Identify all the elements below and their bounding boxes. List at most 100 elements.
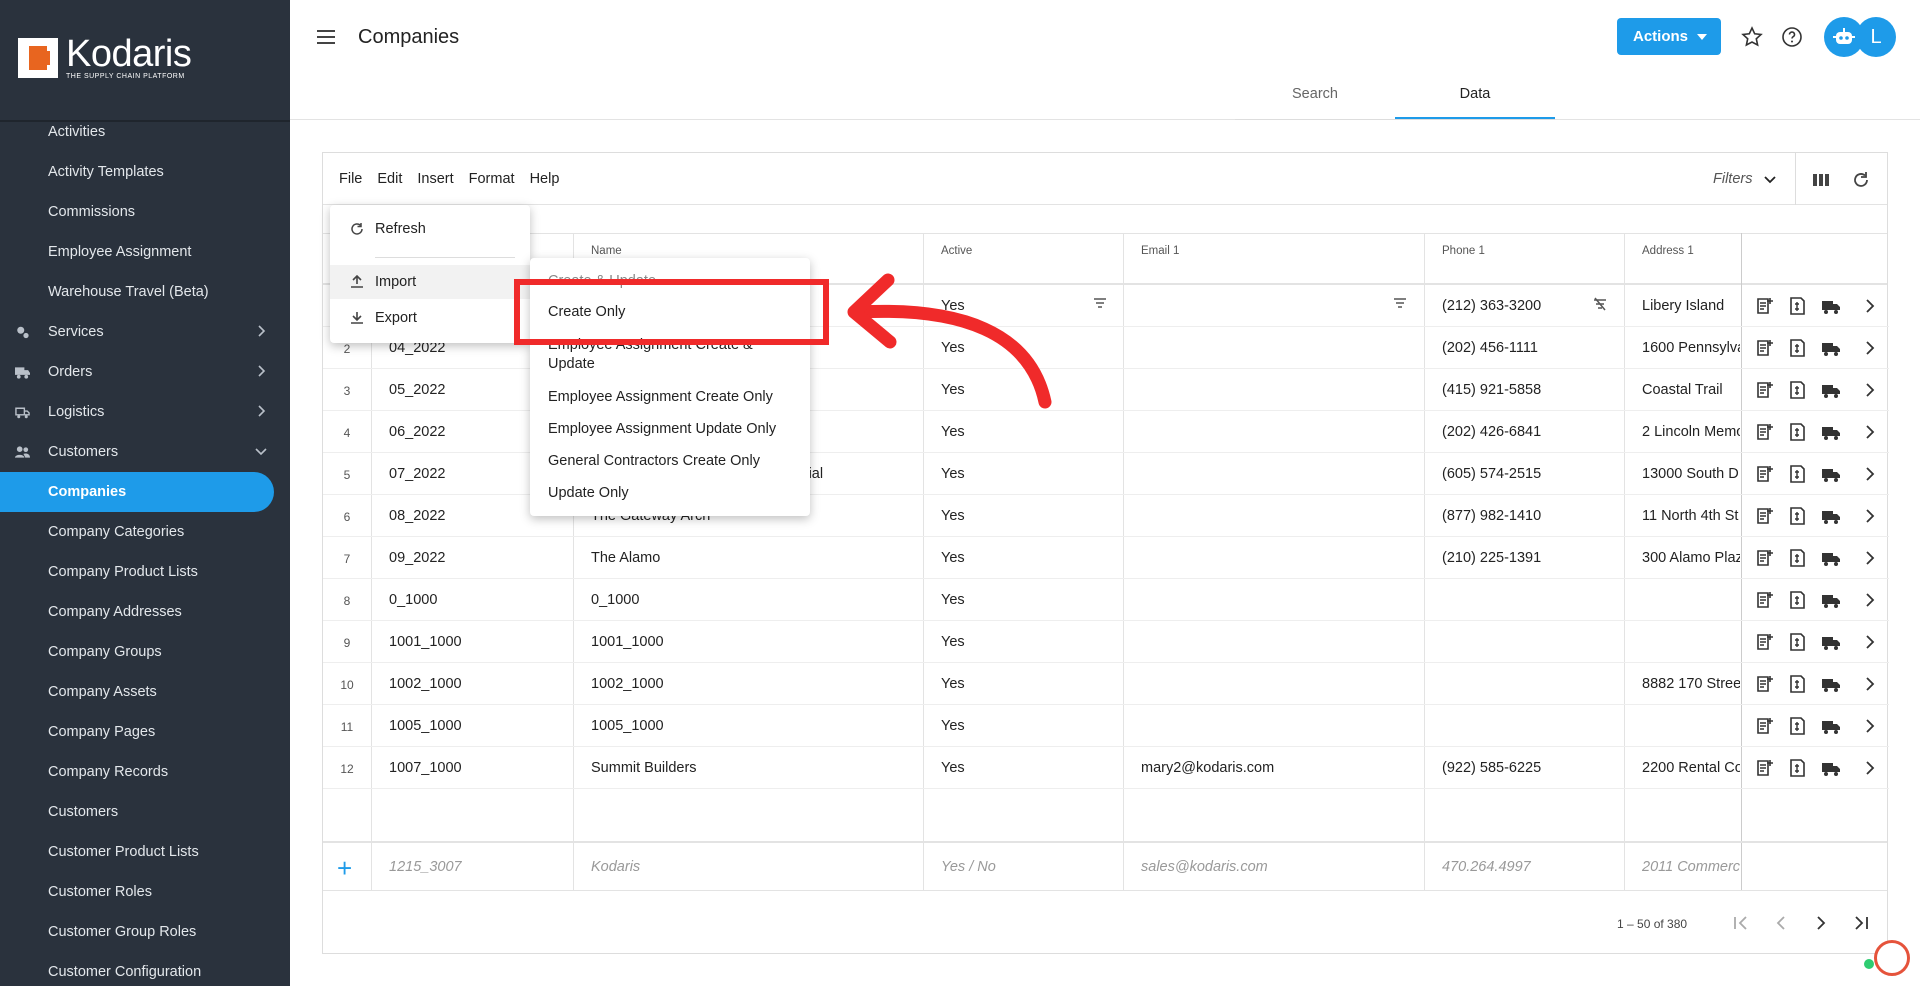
import-option-update-only[interactable]: Update Only <box>548 484 629 503</box>
sidebar-item-activities[interactable]: Activities <box>0 112 290 152</box>
chevron-right-icon[interactable] <box>1859 422 1879 442</box>
file-menu-refresh[interactable]: Refresh <box>330 212 530 246</box>
cell-phone[interactable]: (212) 363-3200 <box>1442 298 1541 314</box>
chevron-right-icon[interactable] <box>1859 380 1879 400</box>
chevron-right-icon[interactable] <box>1859 590 1879 610</box>
delivery-truck-icon[interactable] <box>1821 674 1841 694</box>
table-row[interactable]: 8 0_1000 0_1000 Yes <box>323 579 1741 621</box>
row-number[interactable]: 3 <box>323 384 371 398</box>
row-number[interactable]: 9 <box>323 636 371 650</box>
import-option-general-contractors-create-only[interactable]: General Contractors Create Only <box>548 452 760 471</box>
chevron-down-icon[interactable] <box>1763 174 1777 186</box>
chevron-right-icon[interactable] <box>1859 716 1879 736</box>
sidebar-item-warehouse-travel[interactable]: Warehouse Travel (Beta) <box>0 272 290 312</box>
delivery-truck-icon[interactable] <box>1821 632 1841 652</box>
import-option-employee-assignment-update-only[interactable]: Employee Assignment Update Only <box>548 420 776 439</box>
chevron-right-icon[interactable] <box>1859 674 1879 694</box>
cell-address[interactable]: Libery Island <box>1642 298 1740 314</box>
sidebar-group-orders[interactable]: Orders <box>0 352 290 392</box>
new-row-email-placeholder[interactable]: sales@kodaris.com <box>1141 859 1268 875</box>
cell-code[interactable]: 08_2022 <box>389 508 445 524</box>
menu-format[interactable]: Format <box>469 171 515 187</box>
row-number[interactable]: 5 <box>323 468 371 482</box>
menu-icon[interactable] <box>316 29 336 45</box>
file-menu-export[interactable]: Export <box>330 301 530 335</box>
cell-code[interactable]: 05_2022 <box>389 382 445 398</box>
actions-button[interactable]: Actions <box>1617 18 1721 55</box>
new-row-phone-placeholder[interactable]: 470.264.4997 <box>1442 859 1531 875</box>
cell-active[interactable]: Yes <box>941 676 965 692</box>
cell-phone[interactable]: (605) 574-2515 <box>1442 466 1541 482</box>
sidebar-item-customers[interactable]: Customers <box>0 792 290 832</box>
cell-phone[interactable]: (210) 225-1391 <box>1442 550 1541 566</box>
cell-phone[interactable]: (415) 921-5858 <box>1442 382 1541 398</box>
invoice-icon[interactable] <box>1787 674 1807 694</box>
new-row-name-placeholder[interactable]: Kodaris <box>591 859 640 875</box>
cell-address[interactable]: 8882 170 Stree <box>1642 676 1740 692</box>
note-add-icon[interactable] <box>1755 422 1775 442</box>
cell-address[interactable]: 2200 Rental Co <box>1642 760 1740 776</box>
delivery-truck-icon[interactable] <box>1821 338 1841 358</box>
delivery-truck-icon[interactable] <box>1821 548 1841 568</box>
invoice-icon[interactable] <box>1787 632 1807 652</box>
delivery-truck-icon[interactable] <box>1821 758 1841 778</box>
invoice-icon[interactable] <box>1787 548 1807 568</box>
cell-code[interactable]: 1005_1000 <box>389 718 462 734</box>
columns-icon[interactable] <box>1811 170 1831 190</box>
invoice-icon[interactable] <box>1787 590 1807 610</box>
note-add-icon[interactable] <box>1755 338 1775 358</box>
next-page-icon[interactable] <box>1809 911 1833 935</box>
table-row[interactable]: 7 09_2022 The Alamo Yes (210) 225-1391 300 Al… <box>323 537 1741 579</box>
cell-address[interactable]: 1600 Pennsylva <box>1642 340 1740 356</box>
row-number[interactable]: 11 <box>323 720 371 734</box>
sidebar-item-commissions[interactable]: Commissions <box>0 192 290 232</box>
invoice-icon[interactable] <box>1787 380 1807 400</box>
sidebar-group-logistics[interactable]: Logistics <box>0 392 290 432</box>
sidebar-item-customer-roles[interactable]: Customer Roles <box>0 872 290 912</box>
sidebar-item-company-groups[interactable]: Company Groups <box>0 632 290 672</box>
note-add-icon[interactable] <box>1755 674 1775 694</box>
cell-code[interactable]: 1007_1000 <box>389 760 462 776</box>
cell-name[interactable]: 1002_1000 <box>591 676 921 692</box>
star-icon[interactable] <box>1740 25 1764 49</box>
column-header-name[interactable]: Name <box>591 245 622 257</box>
chat-widget-icon[interactable] <box>1874 940 1910 976</box>
column-header-active[interactable]: Active <box>941 245 972 257</box>
cell-address[interactable]: Coastal Trail <box>1642 382 1740 398</box>
cell-code[interactable]: 0_1000 <box>389 592 437 608</box>
chevron-right-icon[interactable] <box>1859 632 1879 652</box>
delivery-truck-icon[interactable] <box>1821 464 1841 484</box>
first-page-icon[interactable] <box>1729 911 1753 935</box>
table-row[interactable]: 10 1002_1000 1002_1000 Yes 8882 170 Stree <box>323 663 1741 705</box>
sidebar-item-company-addresses[interactable]: Company Addresses <box>0 592 290 632</box>
row-number[interactable]: 8 <box>323 594 371 608</box>
tab-data[interactable]: Data <box>1395 86 1555 102</box>
cell-code[interactable]: 1001_1000 <box>389 634 462 650</box>
cell-active[interactable]: Yes <box>941 550 965 566</box>
table-row[interactable]: 9 1001_1000 1001_1000 Yes <box>323 621 1741 663</box>
note-add-icon[interactable] <box>1755 590 1775 610</box>
sidebar-item-company-assets[interactable]: Company Assets <box>0 672 290 712</box>
menu-file[interactable]: File <box>339 171 362 187</box>
note-add-icon[interactable] <box>1755 548 1775 568</box>
cell-address[interactable]: 300 Alamo Plaz <box>1642 550 1740 566</box>
cell-name[interactable]: 0_1000 <box>591 592 921 608</box>
invoice-icon[interactable] <box>1787 338 1807 358</box>
refresh-icon[interactable] <box>1851 170 1871 190</box>
cell-active[interactable]: Yes <box>941 508 965 524</box>
cell-code[interactable]: 09_2022 <box>389 550 445 566</box>
sidebar-item-customer-group-roles[interactable]: Customer Group Roles <box>0 912 290 952</box>
column-header-address[interactable]: Address 1 <box>1642 245 1694 257</box>
delivery-truck-icon[interactable] <box>1821 380 1841 400</box>
cell-active[interactable]: Yes <box>941 634 965 650</box>
new-row-entry[interactable]: + 1215_3007 Kodaris Yes / No sales@kodar… <box>323 841 1887 891</box>
avatar[interactable]: L <box>1856 17 1896 57</box>
kodaris-logo[interactable]: Kodaris THE SUPPLY CHAIN PLATFORM <box>18 35 192 80</box>
invoice-icon[interactable] <box>1787 422 1807 442</box>
cell-email[interactable]: mary2@kodaris.com <box>1141 760 1274 776</box>
cell-name[interactable]: 1005_1000 <box>591 718 921 734</box>
cell-phone[interactable]: (202) 426-6841 <box>1442 424 1541 440</box>
table-row[interactable]: 12 1007_1000 Summit Builders Yes mary2@kodar… <box>323 747 1741 789</box>
note-add-icon[interactable] <box>1755 464 1775 484</box>
chevron-right-icon[interactable] <box>1859 758 1879 778</box>
